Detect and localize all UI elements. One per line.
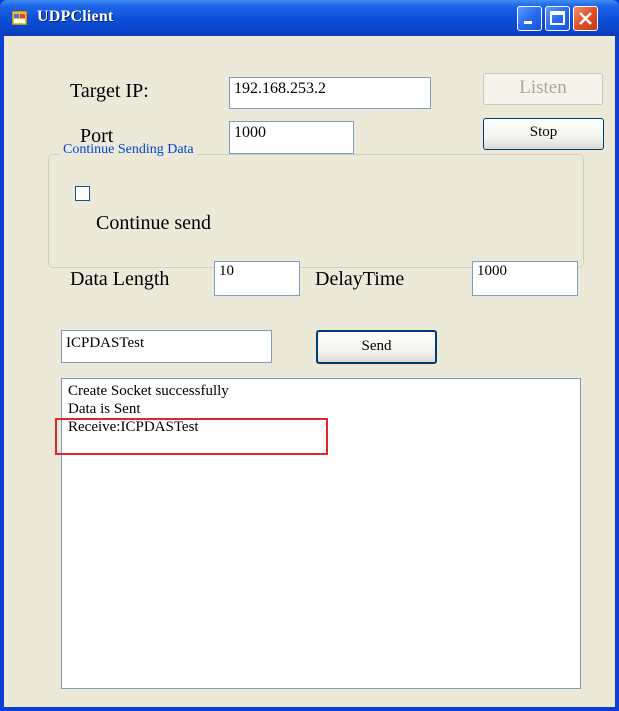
minimize-icon [524, 21, 532, 24]
delay-time-input[interactable]: 1000 [472, 261, 578, 296]
close-button[interactable] [573, 6, 598, 31]
continue-sending-group [48, 154, 584, 268]
app-icon [12, 11, 27, 25]
data-length-input[interactable]: 10 [214, 261, 300, 296]
log-line: Data is Sent [68, 401, 141, 417]
continue-send-label: Continue send [96, 212, 211, 234]
minimize-button[interactable] [517, 6, 542, 31]
maximize-icon [550, 11, 565, 25]
maximize-button[interactable] [545, 6, 570, 31]
data-length-label: Data Length [70, 268, 170, 290]
target-ip-input[interactable]: 192.168.253.2 [229, 77, 431, 109]
highlight-box [55, 418, 328, 455]
port-input[interactable]: 1000 [229, 121, 354, 154]
title-bar[interactable]: UDPClient [0, 0, 619, 36]
stop-button[interactable]: Stop [483, 118, 604, 150]
group-title: Continue Sending Data [60, 142, 197, 158]
log-line: Create Socket successfully [68, 383, 229, 399]
close-icon [579, 12, 592, 25]
target-ip-label: Target IP: [70, 80, 149, 102]
udpclient-window: UDPClient Target IP: 192.168.253.2 Liste… [0, 0, 619, 711]
delay-time-label: DelayTime [315, 268, 405, 290]
send-button[interactable]: Send [316, 330, 437, 364]
continue-send-checkbox[interactable] [75, 186, 90, 201]
window-title: UDPClient [37, 8, 114, 25]
message-input[interactable]: ICPDASTest [61, 330, 272, 363]
listen-button[interactable]: Listen [483, 73, 603, 105]
